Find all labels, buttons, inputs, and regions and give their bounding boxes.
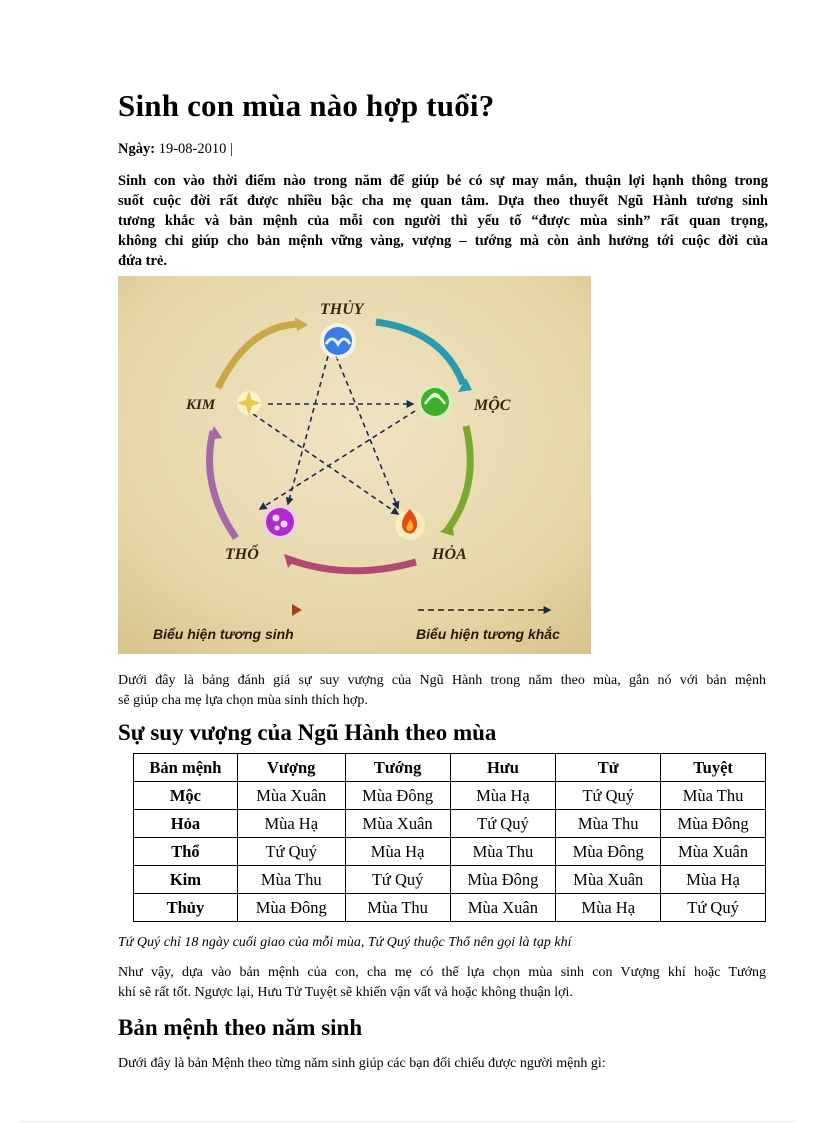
table-cell: Mùa Đông [344,781,451,810]
table-note: Tứ Quý chỉ 18 ngày cuối giao của mỗi mùa… [118,935,572,950]
table-cell: Mùa Hạ [449,781,557,810]
table-cell: Tứ Quý [660,893,766,922]
table-cell: Tứ Quý [449,809,557,838]
section-heading-birth: Bản mệnh theo năm sinh [118,1015,363,1040]
table-cell: Mùa Thu [449,837,557,866]
table-cell: Mùa Đông [555,837,662,866]
table-row: Hỏa Mùa Hạ Mùa Xuân Tứ Quý Mùa Thu Mùa Đ… [133,809,766,838]
intro-paragraph: Sinh con vào thời điểm nào trong năm để … [118,171,768,271]
table-row: Thủy Mùa Đông Mùa Thu Mùa Xuân Mùa Hạ Tứ… [133,893,766,922]
table-cell: Mùa Thu [555,809,662,838]
table-cell: Mùa Thu [344,893,451,922]
table-cell: Mùa Thu [236,865,346,894]
date-label: Ngày: [118,141,156,157]
table-intro-paragraph: Dưới đây là bảng đánh giá sự suy vượng c… [118,671,766,711]
table-cell: Mùa Thu [660,781,766,810]
table-header: Tướng [344,753,451,782]
conclusion-paragraph: Như vậy, dựa vào bản mệnh của con, cha m… [118,963,766,1003]
paragraph-line: khí sẽ rất tốt. Ngược lại, Hưu Tử Tuyệt … [118,985,573,1000]
five-elements-diagram: THỦY MỘC HỎA THỔ KIM Biểu hiện tương sin… [118,276,591,654]
table-header: Bản mệnh [133,753,238,782]
table-cell: Mùa Đông [660,809,766,838]
table-header: Vượng [236,753,346,782]
seasons-table: Bản mệnh Vượng Tướng Hưu Tử Tuyệt Mộc Mù… [133,753,766,922]
earth-icon [262,504,298,540]
table-cell: Tứ Quý [344,865,451,894]
table-row: Thổ Tứ Quý Mùa Hạ Mùa Thu Mùa Đông Mùa X… [133,837,766,866]
label-fire: HỎA [431,544,467,563]
intro-line: suốt cuộc đời rất được nhiều bậc cha mẹ … [118,193,768,209]
paragraph-line: sẽ giúp cha mẹ lựa chọn mùa sinh thích h… [118,693,368,708]
legend-overcome: Biểu hiện tương khắc [416,625,560,642]
section-heading-seasons: Sự suy vượng của Ngũ Hành theo mùa [118,720,497,745]
table-cell: Hỏa [133,809,238,838]
table-cell: Mùa Xuân [449,893,557,922]
intro-line: tương khắc và bản mệnh của mỗi con người… [118,213,768,229]
table-cell: Mùa Xuân [555,865,662,894]
table-cell: Kim [133,865,238,894]
paragraph-line: Dưới đây là bảng đánh giá sự suy vượng c… [118,673,766,688]
table-header: Tử [555,753,662,782]
water-icon [320,323,356,359]
page-title: Sinh con mùa nào hợp tuổi? [118,88,495,123]
table-header-row: Bản mệnh Vượng Tướng Hưu Tử Tuyệt [133,753,766,782]
table-cell: Tứ Quý [555,781,662,810]
legend-generate: Biểu hiện tương sinh [153,626,294,642]
table-cell: Mùa Hạ [236,809,346,838]
date-value: 19-08-2010 | [158,141,233,157]
paragraph-line: Như vậy, dựa vào bản mệnh của con, cha m… [118,965,766,980]
post-date: Ngày: 19-08-2010 | [118,141,233,158]
table-cell: Mùa Hạ [660,865,766,894]
table-cell: Mùa Đông [449,865,557,894]
table-cell: Mùa Xuân [236,781,346,810]
table-cell: Thổ [133,837,238,866]
label-wood: MỘC [473,396,511,414]
table-cell: Mùa Xuân [344,809,451,838]
table-cell: Tứ Quý [236,837,346,866]
intro-line: đứa trẻ. [118,253,167,269]
intro-line: không chỉ giúp cho bản mệnh vững vàng, v… [118,233,768,249]
label-water: THỦY [320,299,365,318]
table-header: Hưu [449,753,557,782]
table-cell: Mùa Đông [236,893,346,922]
table-cell: Mùa Xuân [660,837,766,866]
table-cell: Mùa Hạ [555,893,662,922]
table-cell: Mộc [133,781,238,810]
table-row: Mộc Mùa Xuân Mùa Đông Mùa Hạ Tứ Quý Mùa … [133,781,766,810]
label-metal: KIM [185,397,216,413]
diagram-background [118,276,591,654]
intro-line: Sinh con vào thời điểm nào trong năm để … [118,173,768,189]
birth-intro-paragraph: Dưới đây là bản Mệnh theo từng năm sinh … [118,1056,606,1071]
metal-icon [237,391,261,415]
page-divider [20,1121,796,1122]
table-header: Tuyệt [660,753,766,782]
table-row: Kim Mùa Thu Tứ Quý Mùa Đông Mùa Xuân Mùa… [133,865,766,894]
wood-icon [417,384,453,420]
table-cell: Mùa Hạ [344,837,451,866]
table-cell: Thủy [133,893,238,922]
label-earth: THỔ [225,543,259,563]
